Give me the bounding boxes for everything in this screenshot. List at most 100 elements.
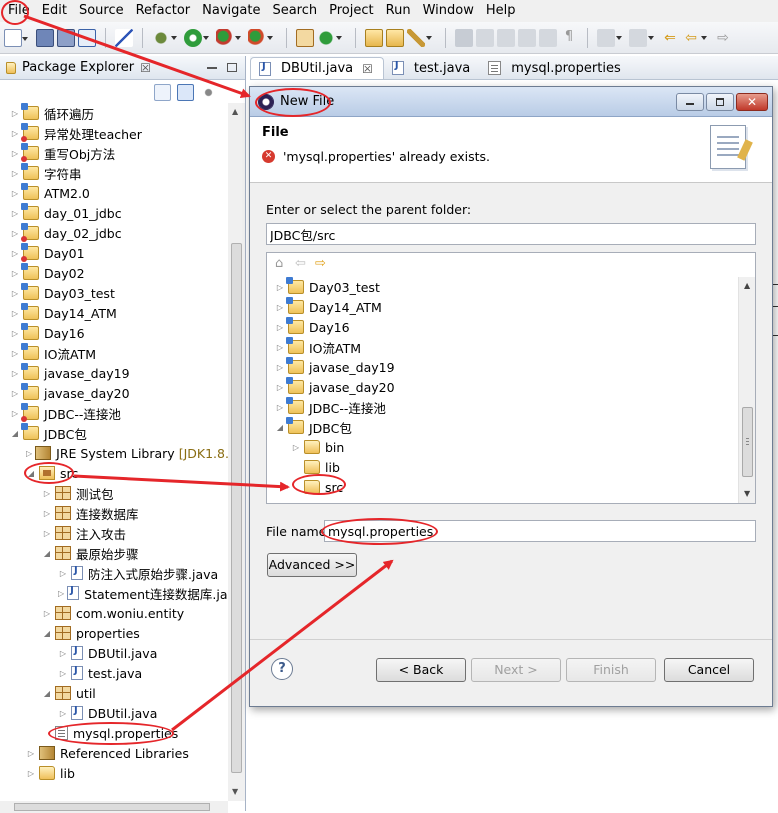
tree-item[interactable]: ▷ DBUtil.java [0, 643, 228, 663]
last-edit-icon[interactable]: ⇐ [661, 29, 679, 47]
coverage-icon[interactable] [216, 28, 241, 47]
forward-arrow-icon[interactable]: ⇨ [315, 257, 329, 270]
expand-twistie-icon[interactable]: ▷ [58, 669, 68, 678]
expand-twistie-icon[interactable]: ▷ [10, 149, 20, 158]
tree-item[interactable]: ▷ IO流ATM [0, 343, 228, 363]
expand-twistie-icon[interactable]: ▷ [275, 323, 285, 332]
tree-item[interactable]: ▷ 重写Obj方法 [0, 143, 228, 163]
home-icon[interactable]: ⌂ [275, 257, 289, 270]
tree-item[interactable]: ◢ JDBC包 [0, 423, 228, 443]
tree-item[interactable]: ▷ Day14_ATM [0, 303, 228, 323]
tree-item[interactable]: ▷ 防注入式原始步骤.java [0, 563, 228, 583]
expand-twistie-icon[interactable]: ▷ [275, 363, 285, 372]
back-arrow-icon[interactable]: ⇦ [295, 257, 309, 270]
tree-item[interactable]: ▷ Day01 [0, 243, 228, 263]
tree-horizontal-scrollbar[interactable] [0, 801, 228, 813]
expand-twistie-icon[interactable]: ▷ [26, 449, 32, 458]
collapse-twistie-icon[interactable]: ◢ [42, 689, 52, 698]
back-icon[interactable]: ⇦ [682, 29, 707, 47]
pin-icon[interactable] [455, 28, 473, 47]
menu-run[interactable]: Run [380, 0, 417, 22]
expand-twistie-icon[interactable]: ▷ [58, 709, 68, 718]
tree-item[interactable]: ▷ 异常处理teacher [0, 123, 228, 143]
tree-item[interactable]: ▷ ATM2.0 [0, 183, 228, 203]
expand-twistie-icon[interactable]: ▷ [42, 529, 52, 538]
folder-tree-item[interactable]: ▷ bin [267, 437, 737, 457]
open-resource-icon[interactable] [386, 28, 404, 47]
expand-twistie-icon[interactable]: ▷ [26, 769, 36, 778]
run-icon[interactable] [184, 28, 209, 47]
tree-item[interactable]: ▷ Day03_test [0, 283, 228, 303]
menu-search[interactable]: Search [266, 0, 323, 22]
folder-tree-item[interactable]: ▷ JDBC--连接池 [267, 397, 737, 417]
format-icon[interactable] [539, 28, 557, 47]
new-java-project-icon[interactable] [296, 28, 314, 47]
expand-twistie-icon[interactable]: ▷ [291, 443, 301, 452]
menu-refactor[interactable]: Refactor [130, 0, 197, 22]
tree-item[interactable]: ▷ 测试包 [0, 483, 228, 503]
expand-twistie-icon[interactable]: ▷ [10, 289, 20, 298]
expand-twistie-icon[interactable]: ▷ [10, 349, 20, 358]
previous-annotation-icon[interactable] [629, 28, 654, 47]
folder-tree-item[interactable]: lib [267, 457, 737, 477]
expand-twistie-icon[interactable]: ▷ [275, 403, 285, 412]
tree-item[interactable]: ◢ src [0, 463, 228, 483]
folder-tree-item[interactable]: src [267, 477, 737, 497]
tree-item[interactable]: ▷ javase_day20 [0, 383, 228, 403]
expand-twistie-icon[interactable]: ▷ [275, 343, 285, 352]
view-menu-icon[interactable] [200, 83, 217, 101]
folder-tree-scrollbar[interactable]: ▲ ▼ [738, 277, 755, 503]
tree-item[interactable]: ▷ 字符串 [0, 163, 228, 183]
tree-item[interactable]: ▷ lib [0, 763, 228, 783]
expand-twistie-icon[interactable]: ▷ [10, 309, 20, 318]
expand-twistie-icon[interactable]: ▷ [10, 129, 20, 138]
expand-twistie-icon[interactable]: ▷ [58, 589, 64, 598]
close-view-icon[interactable]: ☒ [140, 61, 151, 75]
maximize-button[interactable] [706, 92, 734, 111]
new-class-icon[interactable] [317, 28, 342, 47]
expand-twistie-icon[interactable]: ▷ [275, 303, 285, 312]
expand-twistie-icon[interactable]: ▷ [42, 489, 52, 498]
maximize-icon[interactable] [227, 63, 237, 72]
tree-item[interactable]: ▷ day_02_jdbc [0, 223, 228, 243]
expand-twistie-icon[interactable]: ▷ [10, 189, 20, 198]
tree-item[interactable]: ▷ 循环遍历 [0, 103, 228, 123]
expand-twistie-icon[interactable]: ▷ [10, 329, 20, 338]
expand-twistie-icon[interactable]: ▷ [275, 383, 285, 392]
folder-tree-item[interactable]: ▷ javase_day19 [267, 357, 737, 377]
tree-item[interactable]: ▷ JDBC--连接池 [0, 403, 228, 423]
block-icon[interactable] [518, 28, 536, 47]
expand-twistie-icon[interactable]: ▷ [10, 209, 20, 218]
tree-item[interactable]: ▷ javase_day19 [0, 363, 228, 383]
close-button[interactable]: ✕ [736, 92, 768, 111]
expand-twistie-icon[interactable]: ▷ [42, 609, 52, 618]
pilcrow-icon[interactable]: ¶ [560, 29, 578, 47]
tree-item[interactable]: ▷ Day02 [0, 263, 228, 283]
next-button[interactable]: Next > [471, 658, 561, 682]
folder-tree-item[interactable]: ▷ Day03_test [267, 277, 737, 297]
collapse-twistie-icon[interactable]: ◢ [42, 629, 52, 638]
collapse-twistie-icon[interactable]: ◢ [42, 549, 52, 558]
tree-item[interactable]: ▷ test.java [0, 663, 228, 683]
menu-source[interactable]: Source [73, 0, 130, 22]
expand-twistie-icon[interactable]: ▷ [10, 229, 20, 238]
folder-tree-item[interactable]: ▷ javase_day20 [267, 377, 737, 397]
minimize-button[interactable] [676, 92, 704, 111]
package-explorer-title[interactable]: Package Explorer [22, 60, 134, 75]
folder-tree-item[interactable]: ▷ IO流ATM [267, 337, 737, 357]
tree-item[interactable]: ▷ DBUtil.java [0, 703, 228, 723]
external-tools-icon[interactable] [248, 28, 273, 47]
tab-dbutil-java[interactable]: DBUtil.java ☒ [250, 57, 384, 79]
expand-twistie-icon[interactable]: ▷ [10, 169, 20, 178]
help-icon[interactable]: ? [271, 658, 293, 680]
new-icon[interactable] [4, 28, 28, 47]
menu-window[interactable]: Window [417, 0, 480, 22]
finish-button[interactable]: Finish [566, 658, 656, 682]
tree-item[interactable]: ▷ 连接数据库 [0, 503, 228, 523]
folder-tree-item[interactable]: ◢ JDBC包 [267, 417, 737, 437]
save-icon[interactable] [36, 28, 54, 47]
open-type-icon[interactable] [78, 28, 96, 47]
link-with-editor-icon[interactable] [177, 83, 194, 101]
expand-twistie-icon[interactable]: ▷ [275, 283, 285, 292]
tab-test-java[interactable]: test.java [384, 57, 480, 79]
